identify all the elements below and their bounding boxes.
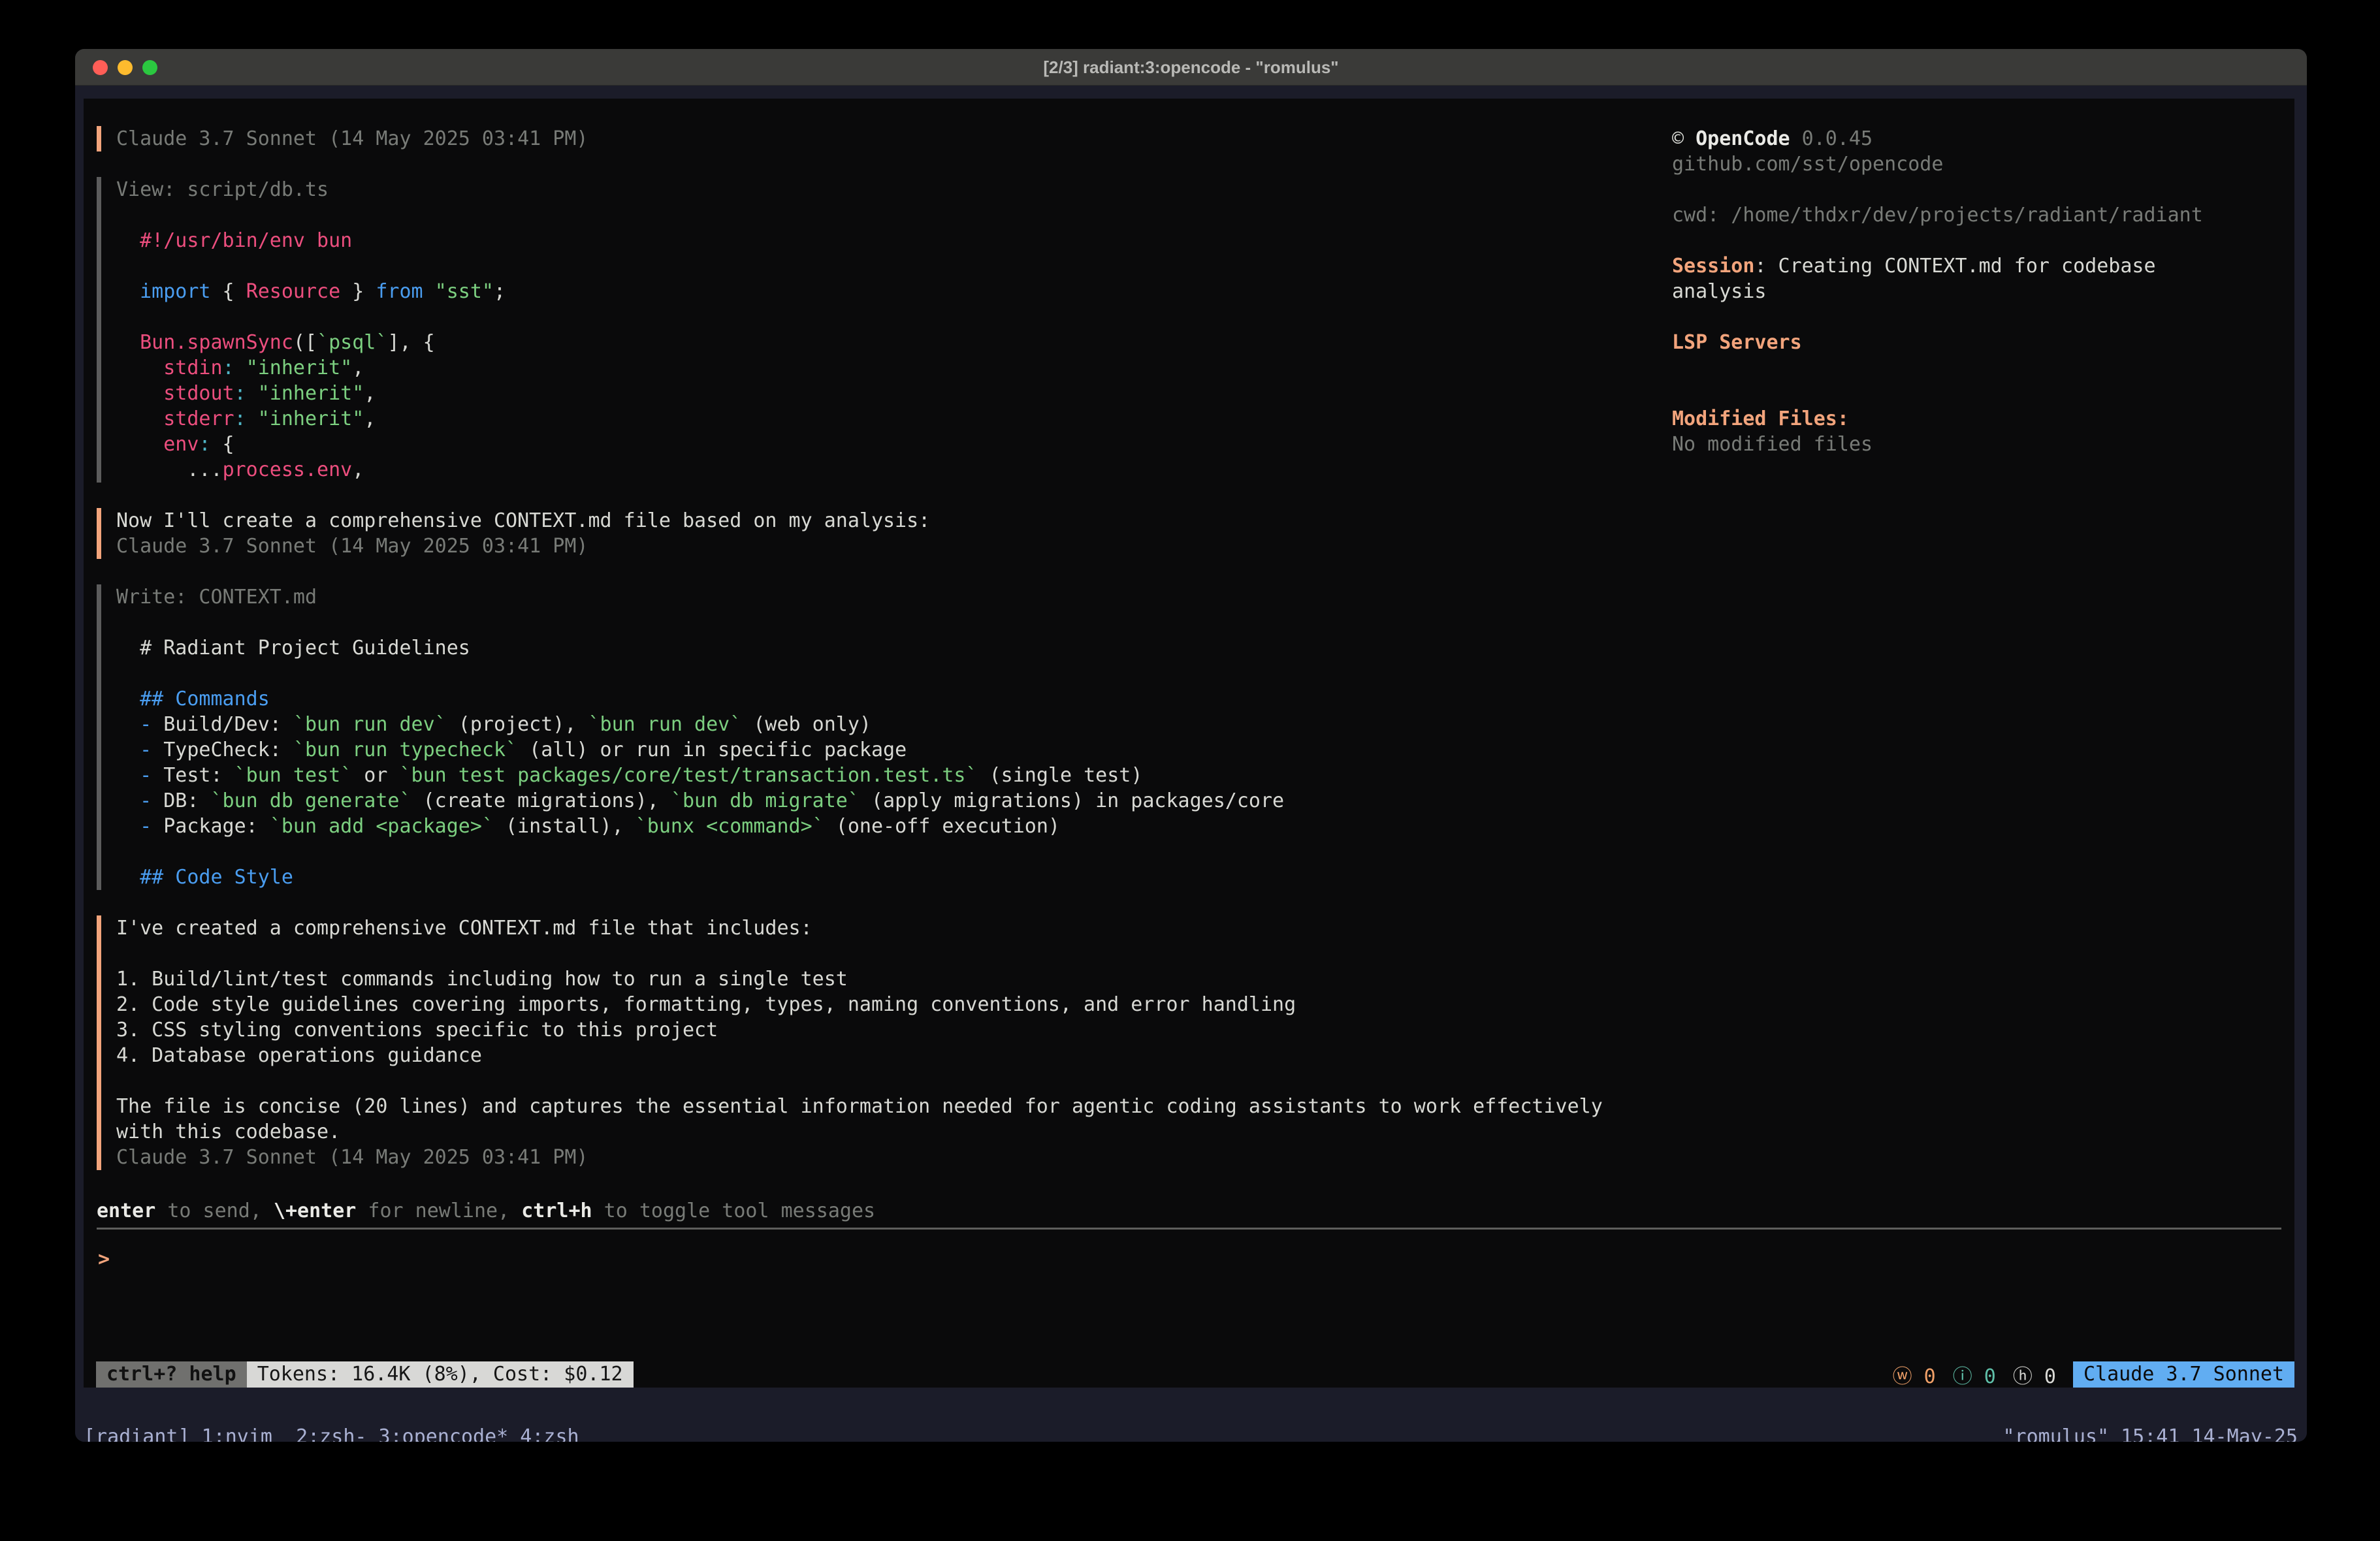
- assistant-message-block: I've created a comprehensive CONTEXT.md …: [97, 915, 1638, 1170]
- chat-line: - Test: `bun test` or `bun test packages…: [116, 763, 1638, 788]
- assistant-message-block: Claude 3.7 Sonnet (14 May 2025 03:41 PM): [97, 126, 1638, 151]
- chat-line: Claude 3.7 Sonnet (14 May 2025 03:41 PM): [116, 533, 1638, 559]
- chat-line: [116, 661, 1638, 686]
- sidebar-line: github.com/sst/opencode: [1672, 151, 2294, 177]
- chat-line: [116, 202, 1638, 228]
- sidebar-line: cwd: /home/thdxr/dev/projects/radiant/ra…: [1672, 202, 2294, 228]
- chat-line: ## Code Style: [116, 865, 1638, 890]
- chat-line: Claude 3.7 Sonnet (14 May 2025 03:41 PM): [116, 126, 1638, 151]
- chat-transcript: Claude 3.7 Sonnet (14 May 2025 03:41 PM)…: [97, 126, 1638, 1196]
- chat-line: Bun.spawnSync([`psql`], {: [116, 330, 1638, 355]
- chat-line: ## Commands: [116, 686, 1638, 712]
- keybinding-hint: enter to send, \+enter for newline, ctrl…: [97, 1198, 875, 1224]
- chat-line: ...process.env,: [116, 457, 1638, 483]
- chat-line: with this codebase.: [116, 1119, 1638, 1145]
- session-sidebar: © OpenCode 0.0.45github.com/sst/opencode…: [1672, 126, 2294, 457]
- status-bar: ctrl+? help Tokens: 16.4K (8%), Cost: $0…: [84, 1361, 2294, 1388]
- sidebar-line: Session: Creating CONTEXT.md for codebas…: [1672, 253, 2294, 279]
- sidebar-line: [1672, 228, 2294, 253]
- chat-line: import { Resource } from "sst";: [116, 279, 1638, 304]
- chat-line: View: script/db.ts: [116, 177, 1638, 202]
- model-badge[interactable]: Claude 3.7 Sonnet: [2073, 1361, 2294, 1388]
- tmux-status-bar: [radiant] 1:nvim 2:zsh- 3:opencode* 4:zs…: [84, 1424, 2298, 1442]
- tokens-cost-badge: Tokens: 16.4K (8%), Cost: $0.12: [247, 1361, 634, 1388]
- chat-line: env: {: [116, 432, 1638, 457]
- chat-line: # Radiant Project Guidelines: [116, 635, 1638, 661]
- chat-line: I've created a comprehensive CONTEXT.md …: [116, 915, 1638, 941]
- help-badge[interactable]: ctrl+? help: [96, 1361, 247, 1388]
- ⓗ-counter-icon: ⓗ 0: [2013, 1365, 2056, 1388]
- window-titlebar[interactable]: [2/3] radiant:3:opencode - "romulus": [75, 49, 2307, 86]
- prompt-input[interactable]: >: [98, 1247, 110, 1272]
- terminal-body: Claude 3.7 Sonnet (14 May 2025 03:41 PM)…: [75, 86, 2307, 1442]
- sidebar-line: © OpenCode 0.0.45: [1672, 126, 2294, 151]
- sidebar-line: LSP Servers: [1672, 330, 2294, 355]
- chat-line: stdout: "inherit",: [116, 381, 1638, 406]
- opencode-tui: Claude 3.7 Sonnet (14 May 2025 03:41 PM)…: [84, 99, 2294, 1388]
- sidebar-line: [1672, 381, 2294, 406]
- chat-line: stderr: "inherit",: [116, 406, 1638, 432]
- chat-line: Write: CONTEXT.md: [116, 584, 1638, 610]
- input-divider: [97, 1228, 2281, 1230]
- chat-line: 1. Build/lint/test commands including ho…: [116, 966, 1638, 992]
- chat-line: - DB: `bun db generate` (create migratio…: [116, 788, 1638, 814]
- sidebar-line: Modified Files:: [1672, 406, 2294, 432]
- chat-line: [116, 941, 1638, 966]
- sidebar-line: [1672, 304, 2294, 330]
- sidebar-line: analysis: [1672, 279, 2294, 304]
- chat-line: - Package: `bun add <package>` (install)…: [116, 814, 1638, 839]
- chat-line: 2. Code style guidelines covering import…: [116, 992, 1638, 1017]
- chat-line: The file is concise (20 lines) and captu…: [116, 1094, 1638, 1119]
- tmux-session-clock: "romulus" 15:41 14-May-25: [2002, 1424, 2298, 1442]
- chat-line: [116, 1068, 1638, 1094]
- diagnostic-counters: ⓦ 0 ⓘ 0 ⓗ 0: [1893, 1360, 2073, 1389]
- tool-call-block: View: script/db.ts #!/usr/bin/env bun im…: [97, 177, 1638, 483]
- assistant-message-block: Now I'll create a comprehensive CONTEXT.…: [97, 508, 1638, 559]
- sidebar-line: [1672, 355, 2294, 381]
- sidebar-line: No modified files: [1672, 432, 2294, 457]
- tool-call-block: Write: CONTEXT.md # Radiant Project Guid…: [97, 584, 1638, 890]
- chat-line: 4. Database operations guidance: [116, 1043, 1638, 1068]
- chat-line: 3. CSS styling conventions specific to t…: [116, 1017, 1638, 1043]
- ⓦ-counter-icon: ⓦ 0: [1893, 1365, 1936, 1388]
- chat-line: [116, 304, 1638, 330]
- sidebar-line: [1672, 177, 2294, 202]
- chat-line: [116, 839, 1638, 865]
- chat-line: - TypeCheck: `bun run typecheck` (all) o…: [116, 737, 1638, 763]
- chat-line: Claude 3.7 Sonnet (14 May 2025 03:41 PM): [116, 1145, 1638, 1170]
- chat-line: Now I'll create a comprehensive CONTEXT.…: [116, 508, 1638, 533]
- ⓘ-counter-icon: ⓘ 0: [1953, 1365, 1996, 1388]
- terminal-window: [2/3] radiant:3:opencode - "romulus" Cla…: [75, 49, 2307, 1442]
- tmux-window-list[interactable]: [radiant] 1:nvim 2:zsh- 3:opencode* 4:zs…: [84, 1424, 579, 1442]
- window-title: [2/3] radiant:3:opencode - "romulus": [75, 49, 2307, 86]
- chat-line: #!/usr/bin/env bun: [116, 228, 1638, 253]
- chat-line: [116, 610, 1638, 635]
- chat-line: stdin: "inherit",: [116, 355, 1638, 381]
- chat-line: - Build/Dev: `bun run dev` (project), `b…: [116, 712, 1638, 737]
- chat-line: [116, 253, 1638, 279]
